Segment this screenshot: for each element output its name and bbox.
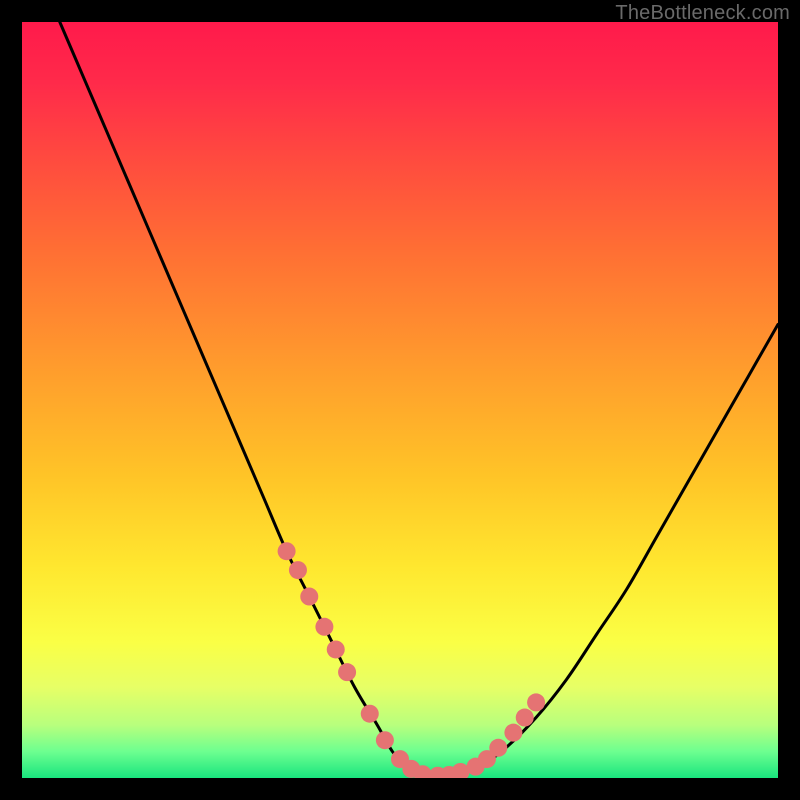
chart-frame: TheBottleneck.com bbox=[0, 0, 800, 800]
marker-dot bbox=[338, 663, 356, 681]
marker-dot bbox=[278, 542, 296, 560]
marker-dot bbox=[527, 693, 545, 711]
marker-dot bbox=[504, 724, 522, 742]
marker-dot bbox=[327, 640, 345, 658]
marker-dot bbox=[300, 588, 318, 606]
marker-dot bbox=[289, 561, 307, 579]
marker-dot bbox=[489, 739, 507, 757]
gradient-background bbox=[22, 22, 778, 778]
bottleneck-chart bbox=[22, 22, 778, 778]
marker-dot bbox=[376, 731, 394, 749]
marker-dot bbox=[361, 705, 379, 723]
marker-dot bbox=[516, 709, 534, 727]
marker-dot bbox=[315, 618, 333, 636]
plot-area bbox=[22, 22, 778, 778]
